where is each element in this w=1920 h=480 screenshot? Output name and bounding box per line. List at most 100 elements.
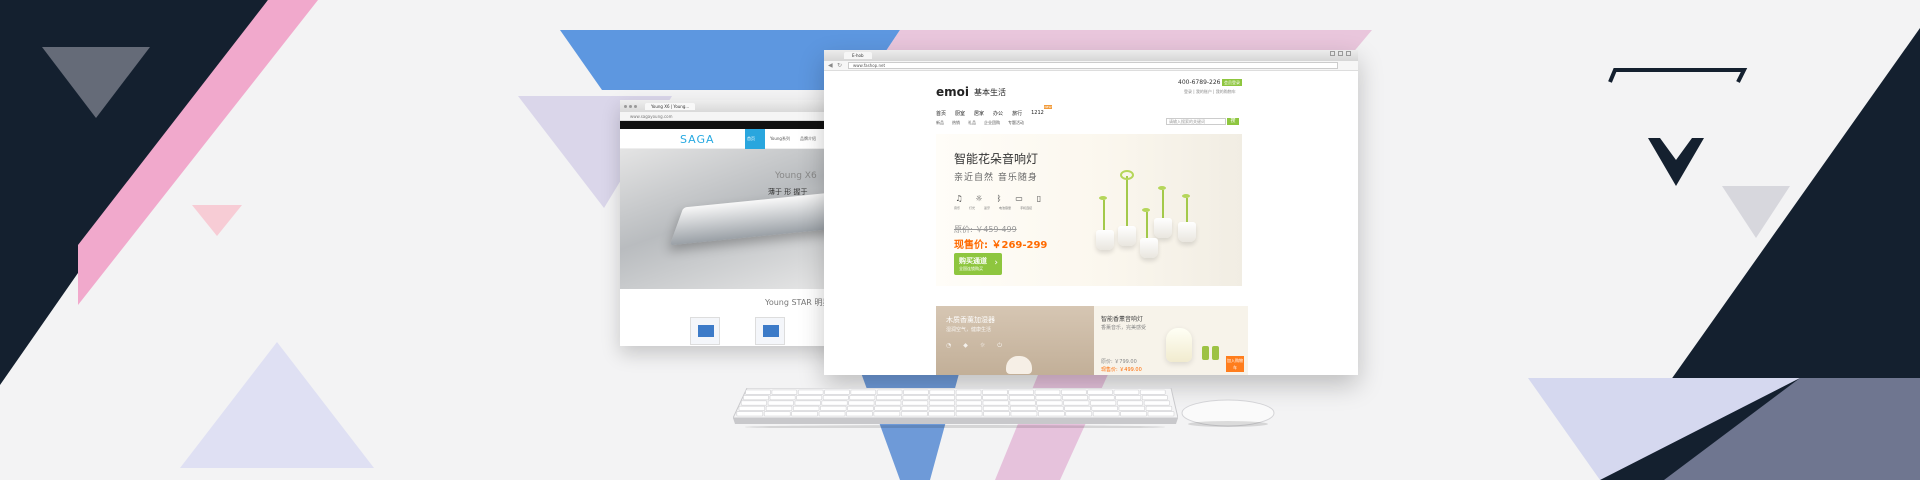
buy-button[interactable]: 购买通道 全国连锁购买 ›: [954, 253, 1002, 275]
window-dot-icon[interactable]: [629, 104, 632, 108]
site-nav: SAGA 首页 Young系列 品牌介绍 服务支持: [620, 129, 850, 149]
product-thumbnail[interactable]: [755, 317, 785, 345]
keyboard-key: [982, 389, 1008, 395]
current-price: 现售价: ￥269-299: [954, 240, 1048, 251]
address-bar[interactable]: www.sagayoung.com: [620, 112, 850, 121]
nav-item[interactable]: 品牌介绍: [800, 136, 816, 142]
keyboard-key: [1088, 395, 1115, 401]
sprout-leaf: [1142, 208, 1150, 212]
right-outline-triangle-top: [1608, 68, 1748, 83]
keyboard-key: [1008, 395, 1035, 401]
lamp-card[interactable]: 智能香薰音响灯 香薰音乐，完美感受 原价: ￥799.00 现售价: ￥499.…: [1094, 306, 1248, 375]
front-browser-window[interactable]: E-hob ◀ ↻ www.fashop.net emoi 基本生活 400-6…: [824, 50, 1358, 375]
keyboard-key: [821, 400, 848, 406]
keyboard-key: [1115, 395, 1142, 401]
product-banner[interactable]: 智能花朵音响灯 亲近自然 音乐随身 ♫ ☼ ᛒ ▭ ▯ 音乐 灯光 蓝牙 电池容…: [936, 134, 1242, 286]
humidifier-card[interactable]: 木质香薰加湿器 湿润空气，健康生活 ◔ ◆ ☼ ⏻: [936, 306, 1094, 375]
oil-bottle-image: [1202, 346, 1209, 360]
section-title: Young STAR 明星: [765, 298, 831, 307]
saga-logo[interactable]: SAGA: [680, 133, 715, 146]
oil-bottle-image: [1212, 346, 1219, 360]
keyboard-key: [876, 389, 903, 395]
keyboard-key: [818, 411, 846, 417]
search-button[interactable]: 搜: [1227, 118, 1239, 125]
account-links[interactable]: 登录 | 我的账户 | 我的购物车: [1184, 89, 1236, 95]
keyboard-key: [792, 405, 820, 411]
keyboard-key: [1035, 395, 1062, 401]
mouse-image: [1181, 399, 1275, 427]
browser-tab[interactable]: E-hob: [844, 52, 872, 59]
keyboard-key: [955, 389, 982, 395]
keyboard-key: [849, 395, 876, 401]
feature-label: 音乐: [954, 206, 961, 210]
mobile-icon: ▯: [1036, 194, 1042, 203]
humidifier-image: [1006, 356, 1032, 374]
maximize-icon[interactable]: [1338, 51, 1343, 56]
pot: [1154, 218, 1172, 238]
window-dot-icon[interactable]: [634, 104, 637, 108]
drop-icon: ◆: [963, 342, 968, 349]
keyboard-key: [982, 400, 1009, 406]
keyboard-key: [1090, 400, 1117, 406]
main-nav-item[interactable]: 旅行: [1012, 110, 1022, 117]
search-input[interactable]: 请输入搜索的关键词: [1166, 118, 1226, 125]
light-icon: ☼: [975, 194, 983, 203]
sub-nav-item[interactable]: 礼品: [968, 120, 976, 126]
address-bar[interactable]: www.fashop.net: [848, 62, 1338, 69]
main-nav-item[interactable]: 1212: [1031, 110, 1044, 117]
keyboard-key: [850, 389, 877, 395]
keyboard-key: [928, 405, 955, 411]
lamp-stem: [1126, 176, 1128, 228]
card-title: 智能香薰音响灯: [1101, 316, 1144, 323]
keyboard-key: [822, 395, 849, 401]
keyboard-key: [928, 400, 956, 406]
minimize-icon[interactable]: [1330, 51, 1335, 56]
sub-nav-item[interactable]: 热销: [952, 120, 960, 126]
keyboard-key: [1147, 411, 1175, 417]
keyboard-key: [874, 405, 901, 411]
keyboard-key: [846, 411, 873, 417]
keyboard-key: [876, 395, 902, 401]
sprout-stem: [1103, 200, 1105, 232]
emoi-logo[interactable]: emoi: [936, 85, 969, 99]
member-login-button[interactable]: 会员登录: [1222, 79, 1242, 86]
keyboard-key: [796, 395, 823, 401]
refresh-icon[interactable]: ↻: [837, 62, 842, 69]
keyboard-key: [1063, 400, 1090, 406]
window-dot-icon[interactable]: [624, 104, 627, 108]
add-to-cart-button[interactable]: 加入购物车: [1226, 356, 1244, 372]
keyboard-key: [1064, 405, 1091, 411]
bluetooth-icon: ᛒ: [996, 194, 1002, 203]
keyboard-key: [900, 411, 928, 417]
keyboard-key: [928, 411, 956, 417]
close-icon[interactable]: [1346, 51, 1351, 56]
keyboard-key: [743, 395, 769, 401]
keyboard-key: [740, 400, 767, 406]
main-nav-item[interactable]: 首页: [936, 110, 946, 117]
sub-nav-item[interactable]: 企业团购: [984, 120, 1000, 126]
keyboard-key: [1091, 405, 1118, 411]
back-browser-window[interactable]: Young X6 | Young... www.sagayoung.com SA…: [620, 100, 850, 346]
sub-nav-item[interactable]: 专题活动: [1008, 120, 1024, 126]
nav-item[interactable]: 首页: [747, 136, 755, 142]
sub-nav-item[interactable]: 新品: [936, 120, 944, 126]
banner-subtitle: 亲近自然 音乐随身: [954, 173, 1038, 183]
hero-banner[interactable]: Young X6 薄于 形 握于: [620, 149, 850, 289]
back-arrow-icon[interactable]: ◀: [828, 62, 833, 69]
main-nav-item[interactable]: 厨室: [955, 110, 965, 117]
keyboard-key: [820, 405, 847, 411]
browser-tab[interactable]: Young X6 | Young...: [645, 102, 696, 110]
sprout-leaf: [1182, 194, 1190, 198]
keyboard-key: [847, 405, 874, 411]
main-nav-item[interactable]: 居家: [974, 110, 984, 117]
main-nav-item[interactable]: 办公: [993, 110, 1003, 117]
feature-icons: ♫ ☼ ᛒ ▭ ▯: [954, 194, 1044, 203]
emoi-site: emoi 基本生活 400-6789-226 会员登录 登录 | 我的账户 | …: [824, 71, 1358, 375]
keyboard-key: [1062, 395, 1088, 401]
right-chevron: [1648, 138, 1704, 186]
product-thumbnail[interactable]: [690, 317, 720, 345]
battery-icon: ▭: [1015, 194, 1023, 203]
nav-item[interactable]: Young系列: [770, 136, 790, 142]
sprout-leaf: [1099, 196, 1107, 200]
keyboard-key: [1145, 405, 1173, 411]
